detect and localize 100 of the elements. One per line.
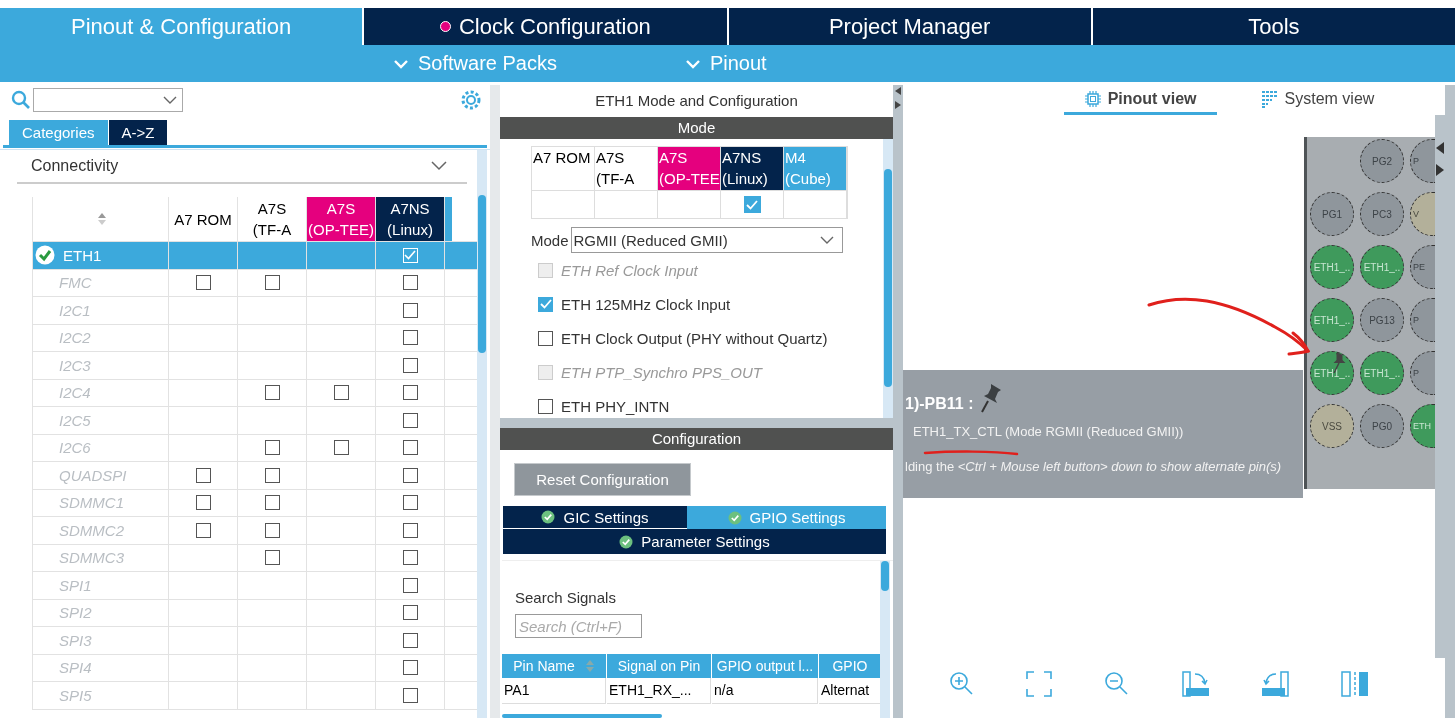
pin[interactable]: P xyxy=(1410,139,1435,183)
column-header xyxy=(445,197,452,241)
tooltip-title: 1)-PB11 : xyxy=(905,395,974,414)
pin[interactable]: ETH1_.. xyxy=(1310,245,1354,289)
table-cell: ETH1_RX_... xyxy=(607,678,711,704)
peripheral-name: QUADSPI xyxy=(58,466,127,484)
reset-button[interactable]: Reset Configuration xyxy=(514,463,691,496)
mode-dropdown[interactable]: RGMII (Reduced GMII) xyxy=(570,227,843,253)
main-tab[interactable]: Tools xyxy=(1092,8,1455,45)
pin[interactable]: PC3 xyxy=(1360,192,1404,236)
peripheral-name: I2C1 xyxy=(58,301,91,319)
check-circle-icon xyxy=(619,534,634,549)
peripheral-name: FMC xyxy=(58,274,92,292)
pin[interactable]: P xyxy=(1410,298,1435,342)
rotate-right-icon[interactable] xyxy=(1181,671,1210,697)
split-view-icon[interactable] xyxy=(1341,671,1370,697)
table-cell: n/a xyxy=(712,678,818,704)
pin[interactable]: VSS xyxy=(1310,404,1354,448)
pin[interactable]: PG2 xyxy=(1360,139,1404,183)
pin[interactable]: ETH1_.. xyxy=(1310,298,1354,342)
search-icon xyxy=(11,90,31,110)
column-header: M4 (Cube) xyxy=(784,147,847,190)
menu-button[interactable]: Pinout xyxy=(684,52,767,75)
section-header: Configuration xyxy=(500,428,893,450)
option-label: ETH Clock Output (PHY without Quartz) xyxy=(561,329,828,347)
chevron-down-icon xyxy=(163,96,177,104)
chevron-down-icon xyxy=(684,58,701,69)
check-circle-icon xyxy=(541,510,556,524)
chevron-down-icon xyxy=(819,236,834,244)
column-header[interactable]: GPIO output l... xyxy=(712,654,818,678)
column-header: A7NS (Linux) xyxy=(376,197,445,241)
column-header[interactable]: Pin Name xyxy=(502,654,606,678)
scrollbar[interactable] xyxy=(1445,85,1455,718)
column-header: A7NS (Linux) xyxy=(721,147,784,190)
column-header: A7S (TF-A xyxy=(595,147,658,190)
checkbox[interactable] xyxy=(538,330,553,346)
column-header[interactable]: GPIO xyxy=(819,654,880,678)
peripheral-name: I2C2 xyxy=(58,329,91,347)
list-grid-icon xyxy=(1260,89,1279,108)
menu-button[interactable]: Software Packs xyxy=(393,52,557,75)
scrollbar[interactable] xyxy=(477,150,487,718)
column-header[interactable]: Signal on Pin xyxy=(607,654,711,678)
settings-tab[interactable]: GIC Settings xyxy=(503,506,687,529)
pin[interactable]: ETH xyxy=(1410,404,1435,448)
pin[interactable]: PG1 xyxy=(1310,192,1354,236)
peripheral-name: ETH1 xyxy=(62,246,102,264)
checkbox[interactable] xyxy=(538,296,553,312)
pin[interactable]: PE xyxy=(1410,245,1435,289)
option-label: ETH PTP_Synchro PPS_OUT xyxy=(561,363,762,381)
category-tab[interactable]: A->Z xyxy=(108,120,168,145)
settings-tab[interactable]: Parameter Settings xyxy=(503,529,886,554)
search-label: Search Signals xyxy=(515,589,617,606)
pin[interactable]: V xyxy=(1410,192,1435,236)
checkbox[interactable] xyxy=(538,398,553,414)
settings-tab[interactable]: GPIO Settings xyxy=(687,506,886,529)
view-tab[interactable]: Pinout view xyxy=(1063,87,1217,115)
section-header: Mode xyxy=(500,117,893,139)
check-circle-icon xyxy=(727,510,742,525)
scrollbar[interactable] xyxy=(883,139,893,418)
category-heading: Connectivity xyxy=(31,157,119,175)
rotate-left-icon[interactable] xyxy=(1261,671,1290,697)
peripheral-name: SDMMC1 xyxy=(58,494,124,512)
pin[interactable]: ETH1_.. xyxy=(1310,351,1354,395)
pin[interactable]: ETH1_.. xyxy=(1360,245,1404,289)
view-tab[interactable]: System view xyxy=(1240,87,1395,115)
peripheral-name: I2C3 xyxy=(58,356,91,374)
tooltip-hint: lding the <Ctrl + Mouse left button> down to show alternate pin(s) xyxy=(905,459,1282,474)
option-label: ETH PHY_INTN xyxy=(561,397,670,415)
checkbox[interactable] xyxy=(743,196,761,213)
settings-icon[interactable] xyxy=(460,89,482,111)
pin[interactable]: PG0 xyxy=(1360,404,1404,448)
main-tab[interactable]: Project Manager xyxy=(728,8,1091,45)
peripheral-name: SPI5 xyxy=(58,686,92,704)
zoom-in-icon[interactable] xyxy=(948,671,975,697)
peripheral-name: I2C6 xyxy=(58,439,91,457)
chevron-down-icon[interactable] xyxy=(431,161,447,171)
peripheral-row[interactable]: ETH1 xyxy=(33,242,477,270)
peripheral-name: SPI4 xyxy=(58,659,92,677)
field-label: Mode xyxy=(531,231,569,249)
pin[interactable]: P xyxy=(1410,351,1435,395)
peripheral-name: SPI1 xyxy=(58,576,92,594)
main-tab[interactable]: Pinout & Configuration xyxy=(0,8,363,45)
peripheral-name: I2C4 xyxy=(58,384,91,402)
collapse-arrows-icon[interactable] xyxy=(894,86,902,112)
status-dot-icon xyxy=(439,21,451,32)
search-field[interactable]: Search (Ctrl+F) xyxy=(515,614,642,638)
main-tab[interactable]: Clock Configuration xyxy=(364,8,727,45)
sort-icon xyxy=(96,212,107,226)
peripheral-name: SDMMC3 xyxy=(58,549,124,567)
pin[interactable]: ETH1_.. xyxy=(1360,351,1404,395)
pin[interactable]: PG13 xyxy=(1360,298,1404,342)
peripheral-name: I2C5 xyxy=(58,411,91,429)
table-cell: PA1 xyxy=(502,678,606,704)
sort-icon xyxy=(584,659,595,673)
peripheral-name: SDMMC2 xyxy=(58,521,124,539)
panel-title: ETH1 Mode and Configuration xyxy=(594,91,799,111)
scrollbar[interactable] xyxy=(880,561,890,718)
tooltip-signal: ETH1_TX_CTL (Mode RGMII (Reduced GMII)) xyxy=(913,424,1184,439)
category-tab[interactable]: Categories xyxy=(9,120,108,145)
scrollbar[interactable] xyxy=(502,714,662,718)
